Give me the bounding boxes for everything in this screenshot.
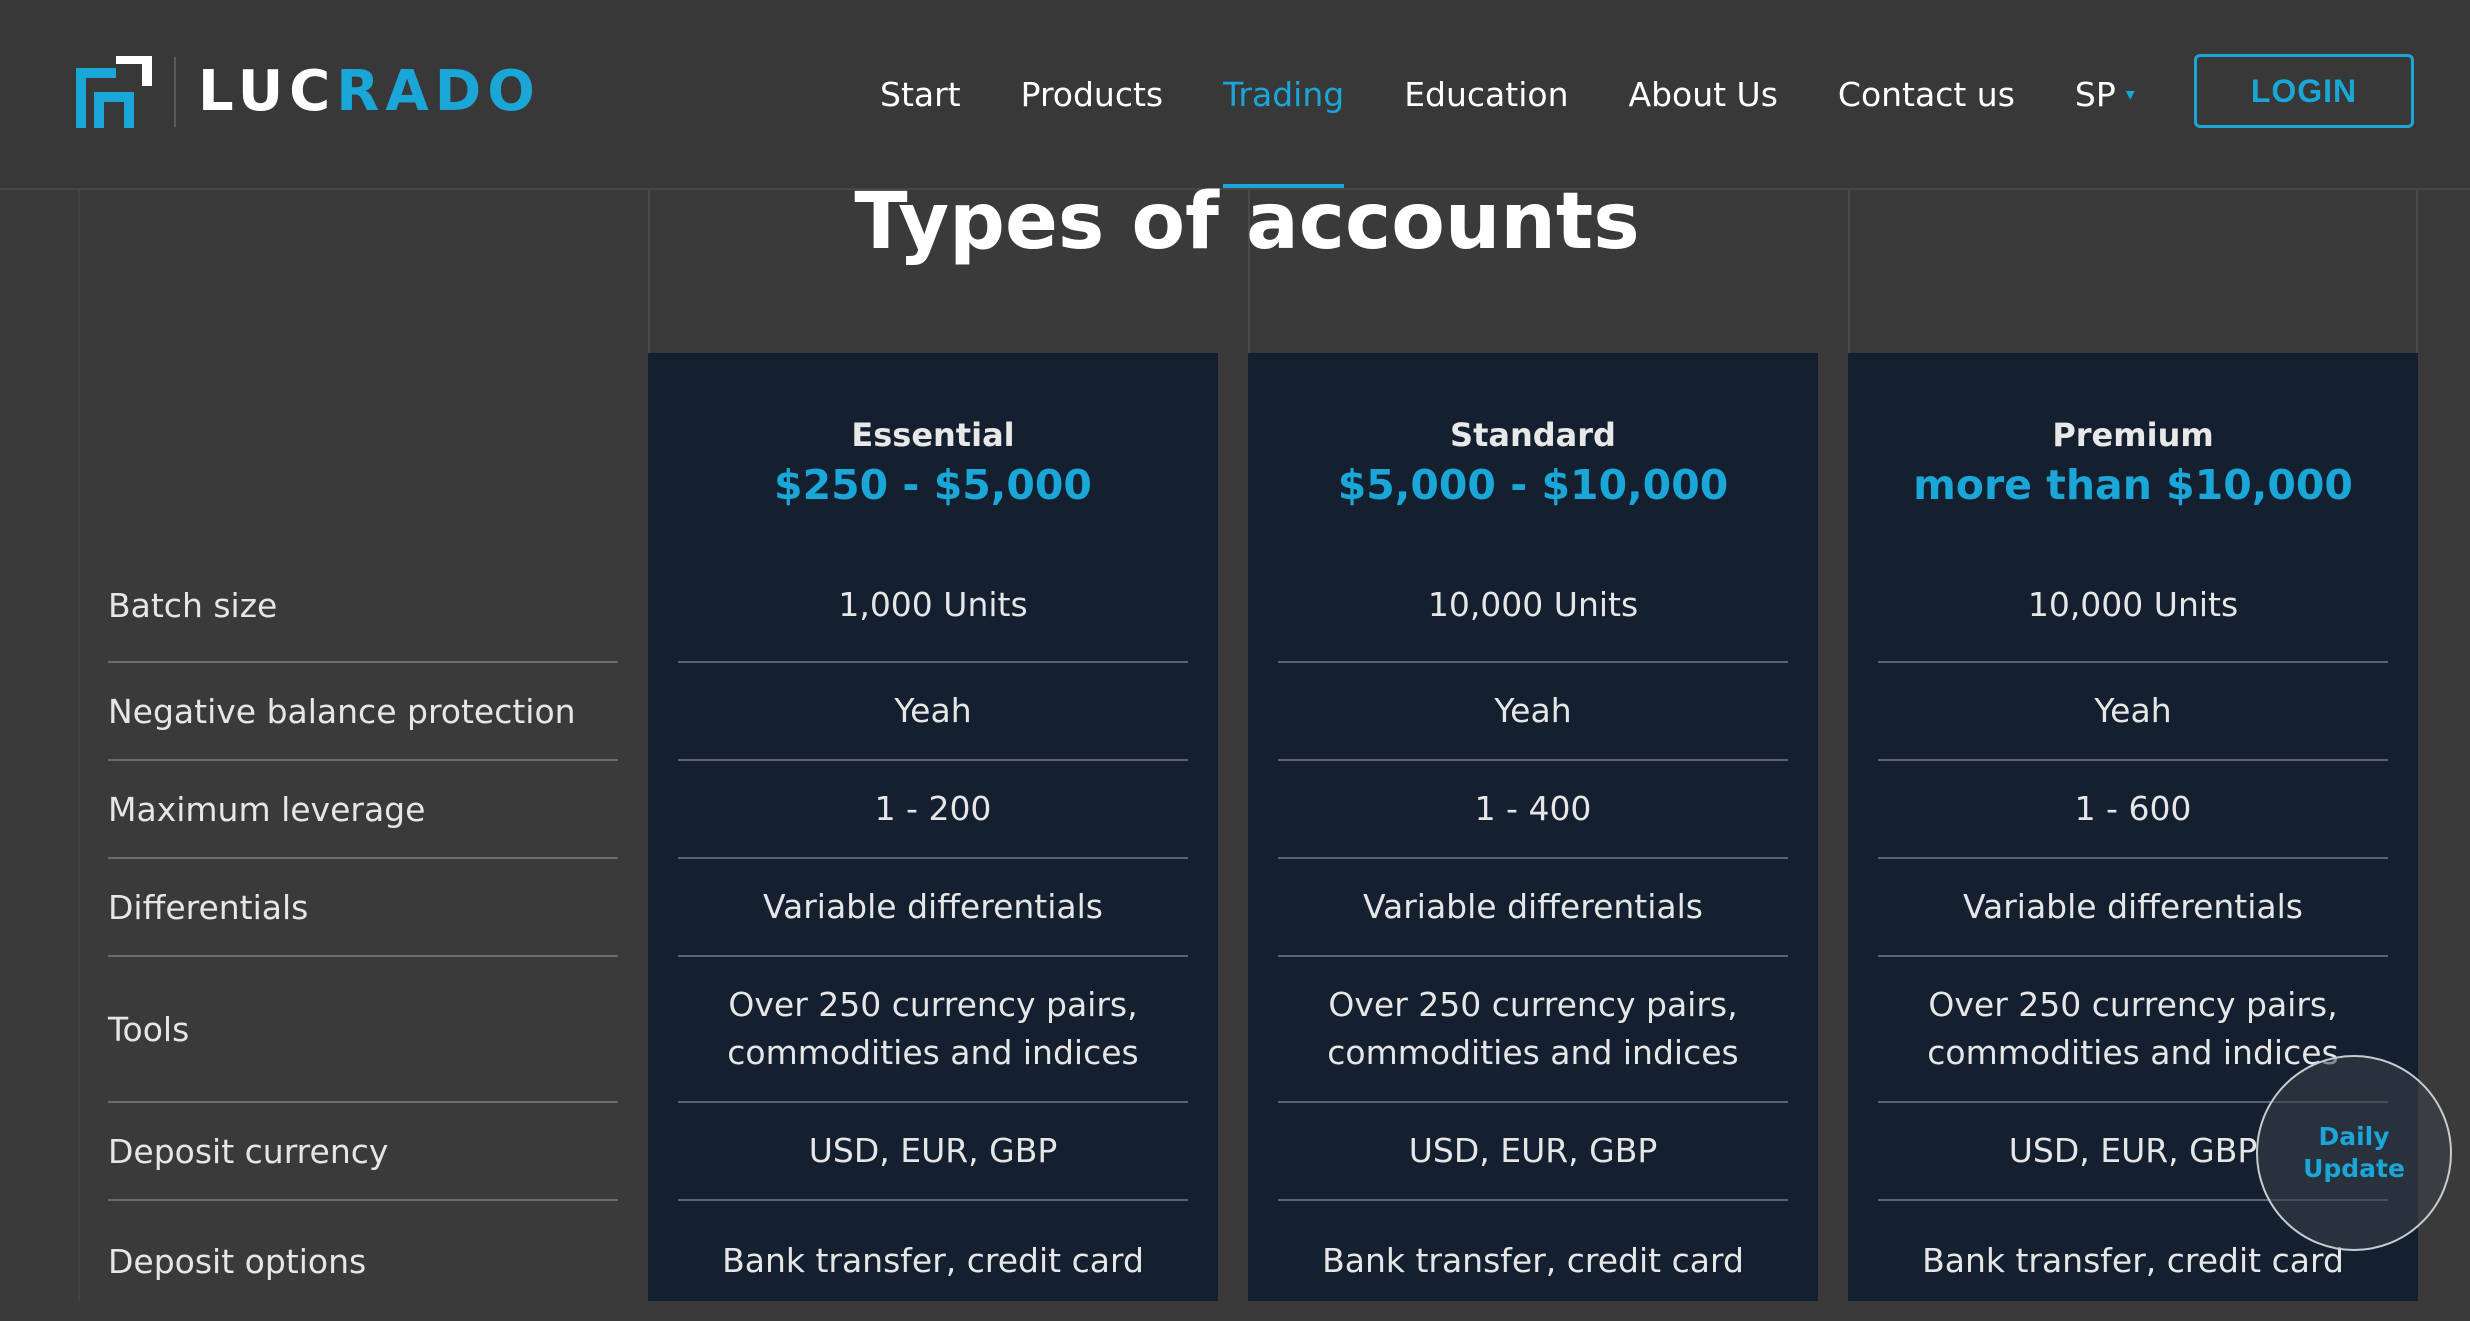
main-nav: Start Products Trading Education About U… <box>880 0 2171 188</box>
plan-deposit-range: $250 - $5,000 <box>774 461 1092 509</box>
brand-wordmark: LUCRADO <box>198 59 541 124</box>
nav-item-contact-us[interactable]: Contact us <box>1838 0 2015 188</box>
table-cell: USD, EUR, GBP <box>808 1131 1058 1170</box>
row-label-max-leverage: Maximum leverage <box>108 789 426 829</box>
plan-deposit-range: $5,000 - $10,000 <box>1337 461 1729 509</box>
caret-down-icon: ▾ <box>2125 83 2135 105</box>
table-cell: 10,000 Units <box>2027 585 2239 624</box>
table-cell: 1 - 400 <box>1474 789 1592 828</box>
plan-deposit-range: more than $10,000 <box>1913 461 2353 509</box>
logo-mark-icon <box>76 56 152 128</box>
table-cell: 1,000 Units <box>838 585 1028 624</box>
daily-update-line1: Daily <box>2318 1122 2390 1151</box>
table-cell: 1 - 200 <box>874 789 992 828</box>
nav-item-products[interactable]: Products <box>1021 0 1164 188</box>
nav-item-trading[interactable]: Trading <box>1223 0 1345 188</box>
site-header: LUCRADO Start Products Trading Education… <box>0 0 2470 190</box>
daily-update-button[interactable]: Daily Update <box>2256 1055 2452 1251</box>
table-cell: Yeah <box>2094 691 2172 730</box>
table-cell: USD, EUR, GBP <box>1408 1131 1658 1170</box>
plan-name: Standard <box>1450 416 1616 454</box>
language-label: SP <box>2074 74 2116 114</box>
account-types-section: Types of accounts Essential $250 - $5,00… <box>0 177 2470 1301</box>
cell-line: commodities and indices <box>727 1033 1139 1072</box>
page-title: Types of accounts <box>854 177 1640 267</box>
nav-item-start[interactable]: Start <box>880 0 961 188</box>
table-cell: 1 - 600 <box>2074 789 2192 828</box>
table-cell: Bank transfer, credit card <box>1322 1241 1744 1280</box>
cell-line: Over 250 currency pairs, <box>1928 985 2338 1024</box>
nav-item-about-us[interactable]: About Us <box>1629 0 1778 188</box>
cell-line: Over 250 currency pairs, <box>728 985 1138 1024</box>
table-cell: 10,000 Units <box>1427 585 1639 624</box>
table-cell: Bank transfer, credit card <box>722 1241 1144 1280</box>
row-label-batch-size: Batch size <box>108 585 278 625</box>
table-cell: Variable differentials <box>1962 887 2303 926</box>
daily-update-line2: Update <box>2303 1154 2405 1183</box>
row-label-deposit-options: Deposit options <box>108 1241 367 1281</box>
cell-line: commodities and indices <box>1327 1033 1739 1072</box>
row-label-differentials: Differentials <box>108 887 309 927</box>
plan-name: Essential <box>851 416 1015 454</box>
cell-line: Over 250 currency pairs, <box>1328 985 1738 1024</box>
login-button[interactable]: LOGIN <box>2194 54 2414 128</box>
table-cell: Yeah <box>1494 691 1572 730</box>
logo-divider <box>174 57 176 127</box>
table-cell: Variable differentials <box>1362 887 1703 926</box>
table-cell: Variable differentials <box>762 887 1103 926</box>
nav-item-education[interactable]: Education <box>1404 0 1568 188</box>
brand-logo[interactable]: LUCRADO <box>76 56 541 128</box>
table-cell: Over 250 currency pairs, commodities and… <box>678 957 1188 1101</box>
cell-line: commodities and indices <box>1927 1033 2339 1072</box>
table-cell: Over 250 currency pairs, commodities and… <box>1278 957 1788 1101</box>
language-selector[interactable]: SP ▾ <box>2075 0 2135 188</box>
row-label-tools: Tools <box>108 1009 190 1049</box>
row-label-negative-balance: Negative balance protection <box>108 691 576 731</box>
plan-name: Premium <box>2052 416 2214 454</box>
row-label-deposit-currency: Deposit currency <box>108 1131 389 1171</box>
table-cell: Yeah <box>894 691 972 730</box>
